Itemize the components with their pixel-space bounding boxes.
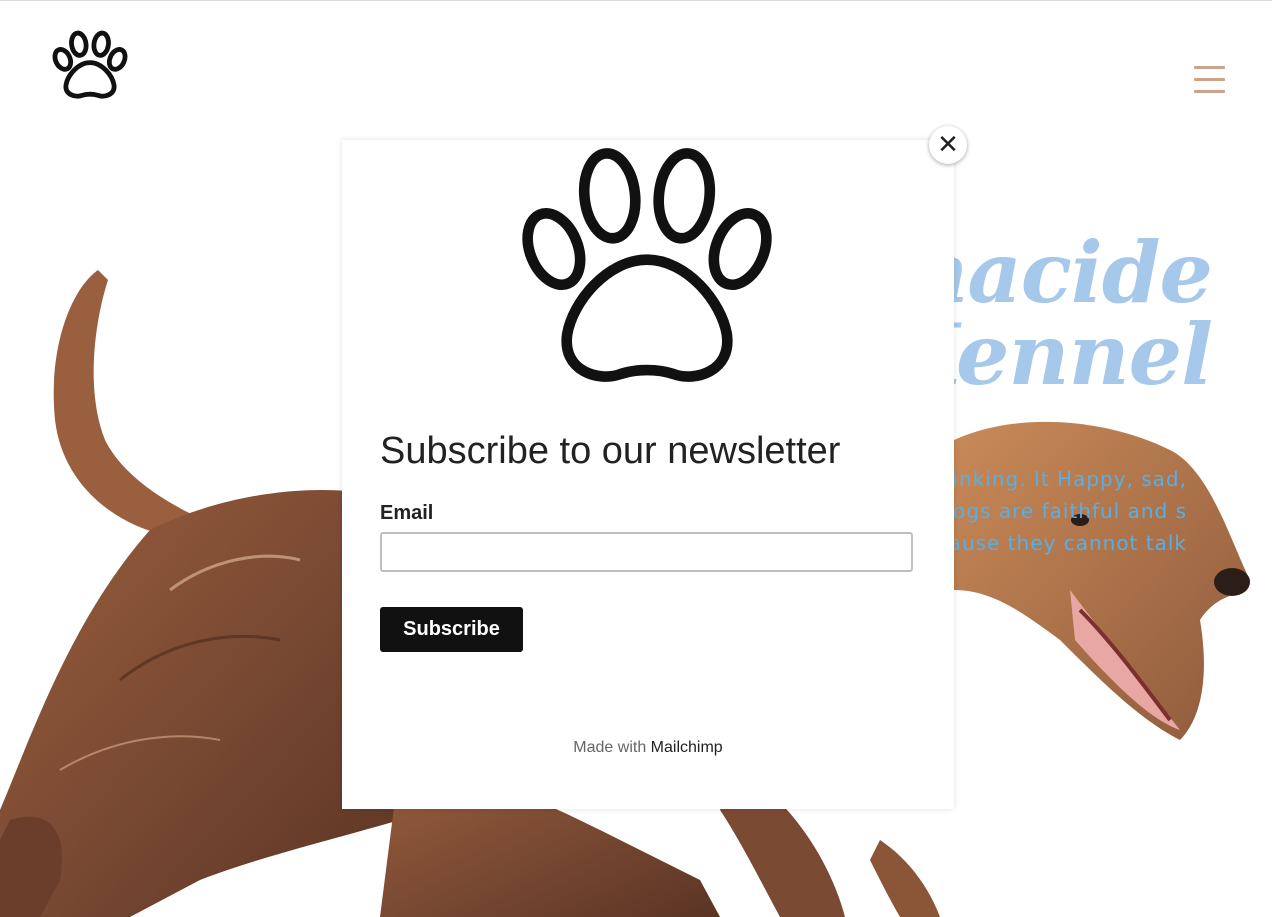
hamburger-line <box>1194 78 1225 81</box>
made-with-prefix: Made with <box>573 739 647 756</box>
newsletter-modal: Subscribe to our newsletter Email Subscr… <box>342 140 954 809</box>
close-icon: ✕ <box>937 130 959 160</box>
mailchimp-link[interactable]: Mailchimp <box>651 739 723 756</box>
made-with-mailchimp: Made with Mailchimp <box>342 739 954 757</box>
paw-icon <box>522 148 772 382</box>
modal-title: Subscribe to our newsletter <box>380 430 841 472</box>
hamburger-line <box>1194 90 1225 93</box>
close-modal-button[interactable]: ✕ <box>929 126 967 164</box>
menu-button[interactable] <box>1194 66 1226 94</box>
email-label: Email <box>380 502 434 524</box>
subscribe-button[interactable]: Subscribe <box>380 607 523 652</box>
hamburger-line <box>1194 66 1225 69</box>
top-border <box>0 0 1272 1</box>
email-input[interactable] <box>380 532 913 572</box>
paw-logo-icon[interactable] <box>50 29 130 101</box>
